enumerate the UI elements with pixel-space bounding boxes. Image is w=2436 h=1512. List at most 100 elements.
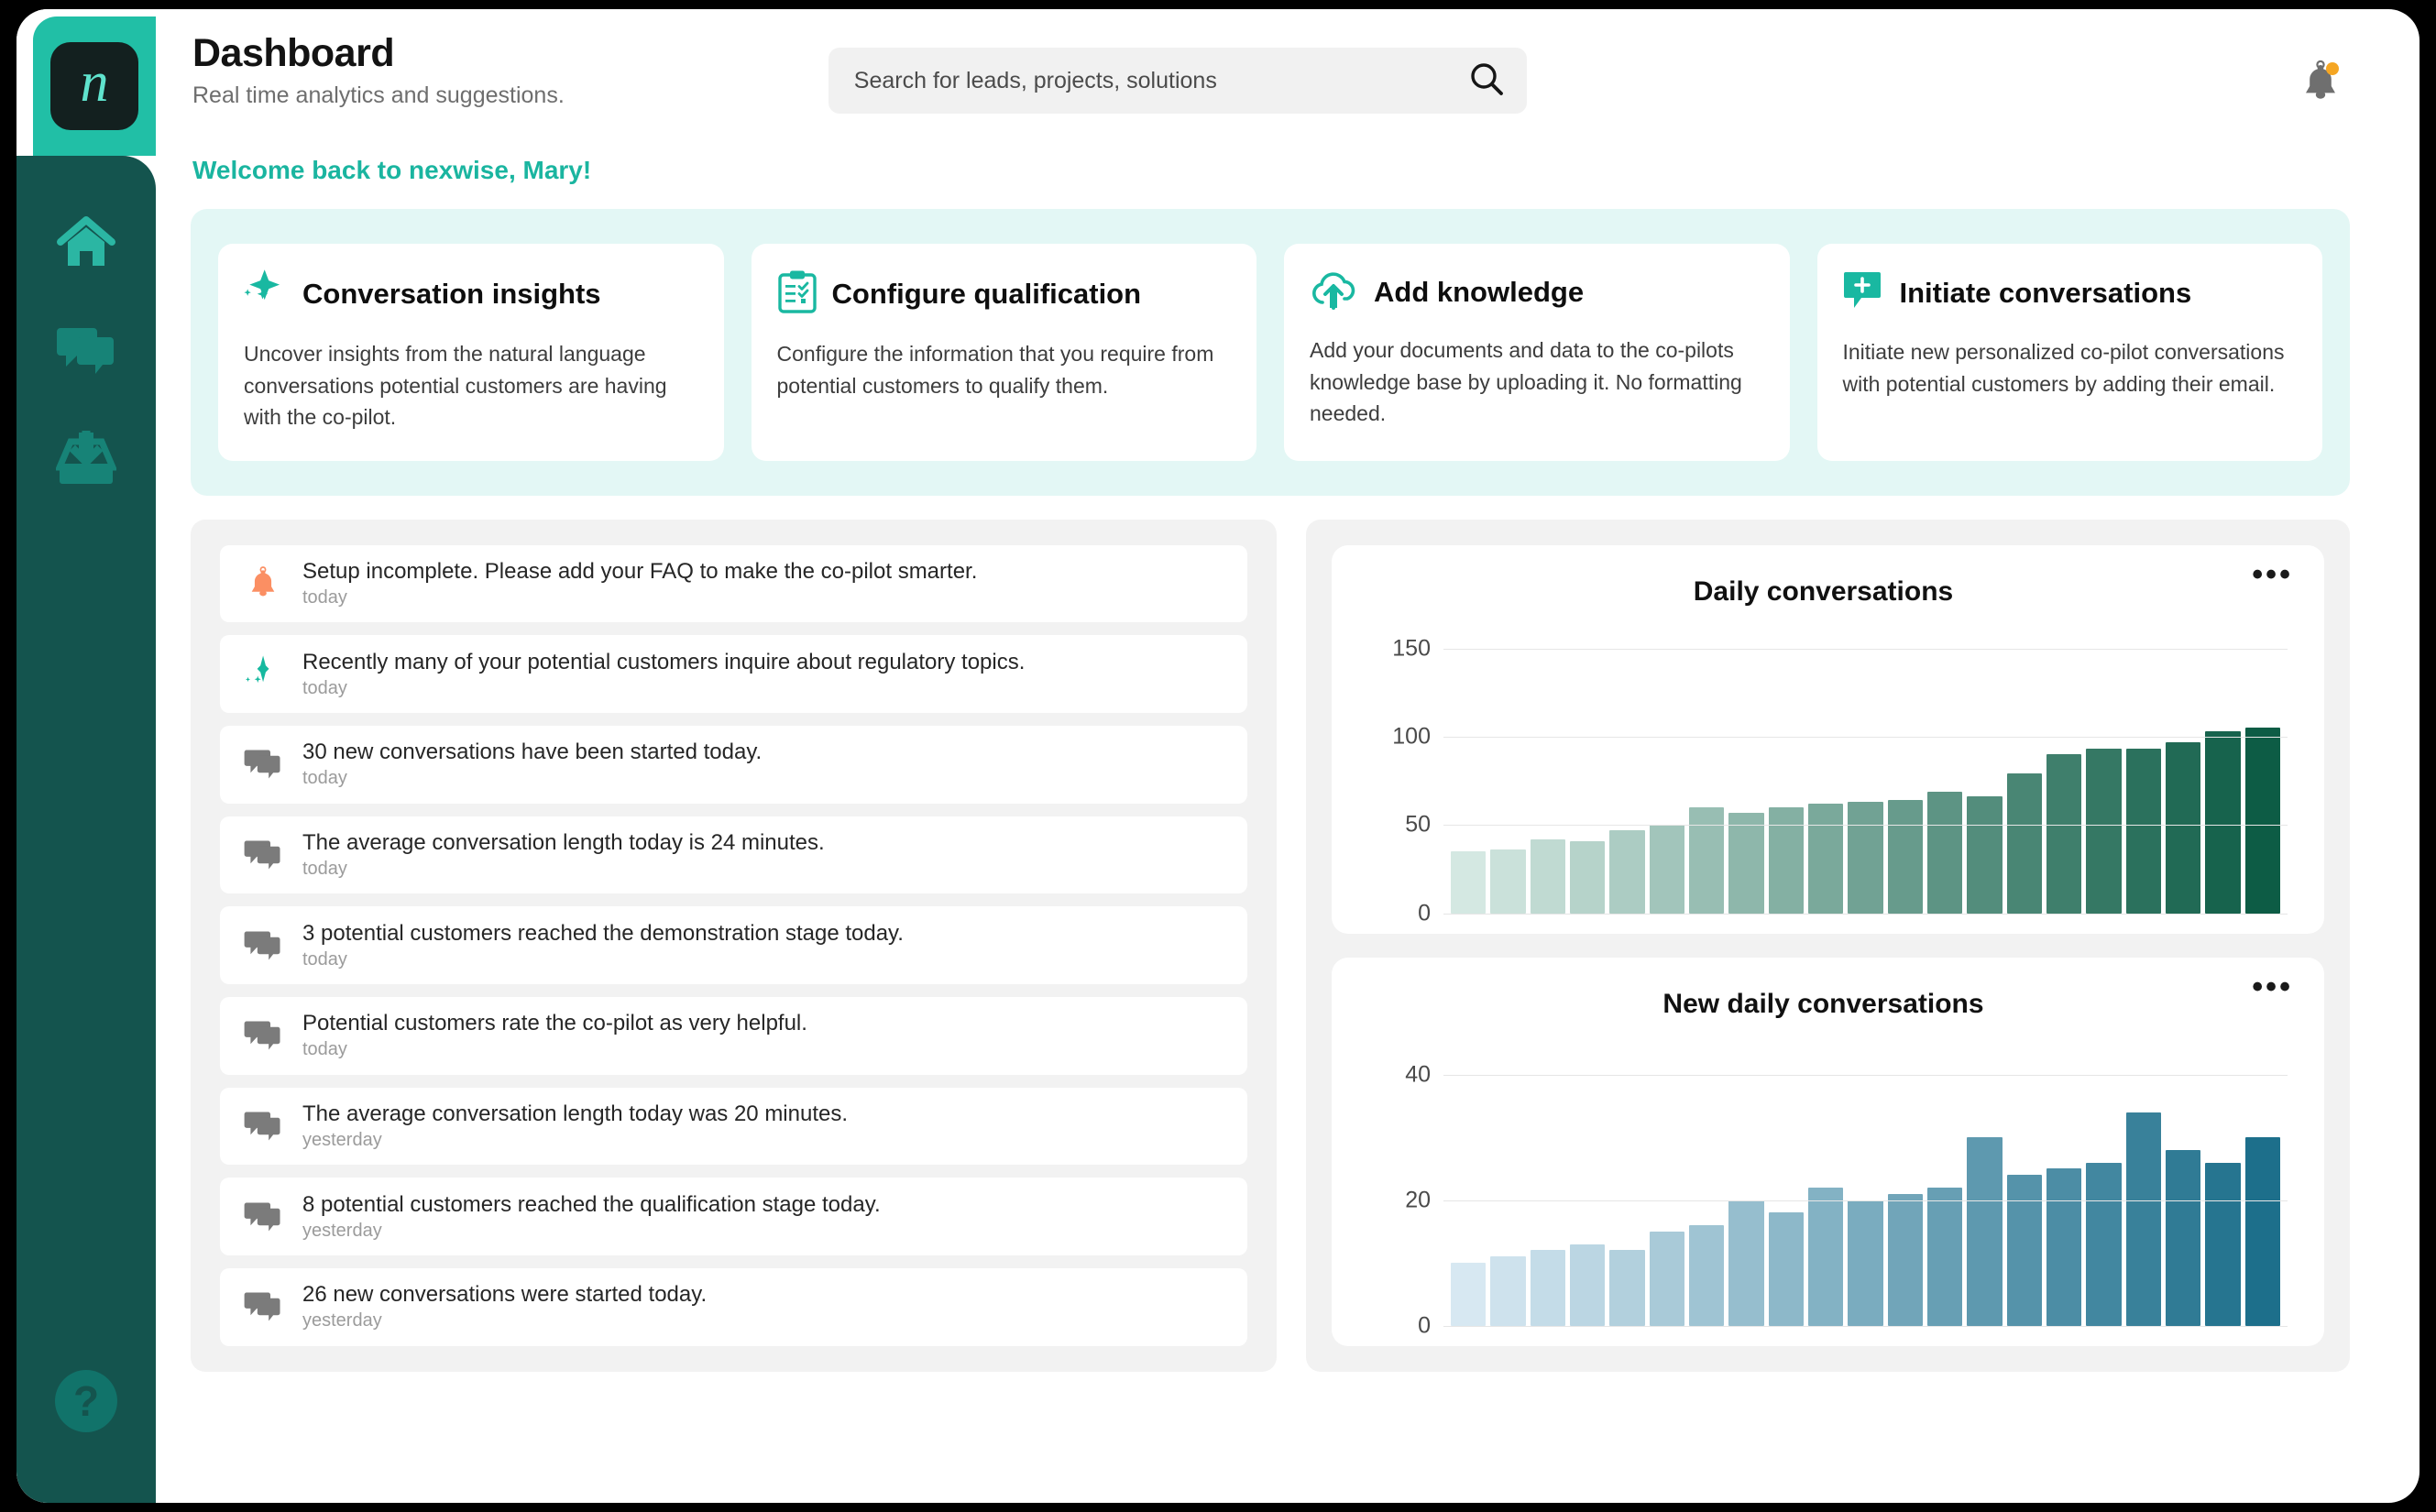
feed-item[interactable]: Recently many of your potential customer… — [220, 635, 1247, 713]
feature-card-add-knowledge[interactable]: Add knowledge Add your documents and dat… — [1284, 244, 1790, 461]
logo-mark: n — [50, 42, 138, 130]
bar — [1649, 1231, 1684, 1326]
plot-area — [1443, 1044, 2288, 1327]
gridline — [1443, 825, 2288, 827]
chart-title: New daily conversations — [1662, 988, 1984, 1019]
feed-text: The average conversation length today is… — [302, 830, 825, 880]
y-axis-tick: 50 — [1405, 811, 1431, 838]
bar-series — [1451, 631, 2280, 914]
feed-timestamp: yesterday — [302, 1220, 382, 1241]
feed-text: Setup incomplete. Please add your FAQ to… — [302, 559, 977, 608]
svg-text:?: ? — [73, 1377, 99, 1425]
gridline — [1443, 1200, 2288, 1201]
app-logo[interactable]: n — [33, 16, 156, 156]
chat-bubbles-icon — [244, 1289, 282, 1324]
inbox-download-icon — [54, 428, 118, 492]
activity-feed: Setup incomplete. Please add your FAQ to… — [191, 519, 1277, 1372]
chart-plot: 0 20 40 — [1359, 1044, 2288, 1338]
feed-item[interactable]: 30 new conversations have been started t… — [220, 725, 1247, 804]
bell-icon — [244, 565, 282, 602]
y-axis-tick: 20 — [1405, 1187, 1431, 1213]
chat-bubbles-icon — [244, 747, 282, 782]
bar — [2006, 1175, 2042, 1326]
feed-message: 3 potential customers reached the demons… — [302, 920, 904, 946]
sparkles-icon — [244, 269, 288, 318]
feed-item[interactable]: 3 potential customers reached the demons… — [220, 906, 1247, 984]
sidebar-item-conversations[interactable] — [16, 321, 156, 385]
bar — [2205, 1162, 2241, 1326]
bar — [1768, 807, 1804, 914]
feature-card-initiate-conversations[interactable]: Initiate conversations Initiate new pers… — [1816, 244, 2322, 461]
chat-plus-icon — [1843, 269, 1885, 316]
bar — [2125, 1112, 2161, 1326]
main-content: Dashboard Real time analytics and sugges… — [156, 9, 2420, 1503]
card-title: Conversation insights — [302, 277, 601, 310]
chat-bubbles-icon — [244, 838, 282, 872]
chart-menu-button[interactable]: ••• — [2252, 559, 2293, 590]
feed-timestamp: today — [302, 586, 347, 608]
bar — [1609, 830, 1645, 914]
y-axis-tick: 0 — [1418, 900, 1431, 926]
bar — [1688, 1225, 1725, 1326]
bar — [1926, 791, 1963, 914]
search-input[interactable] — [853, 67, 1468, 94]
notification-badge — [2326, 62, 2339, 75]
sidebar-item-home[interactable] — [16, 213, 156, 277]
feed-item[interactable]: 8 potential customers reached the qualif… — [220, 1178, 1247, 1255]
feed-message: 26 new conversations were started today. — [302, 1282, 708, 1308]
charts-column: ••• Daily conversations 0 50 100 150 ••• Ne… — [1306, 519, 2350, 1372]
search-icon[interactable] — [1468, 60, 1505, 102]
gridline — [1443, 648, 2288, 650]
bar — [2165, 741, 2201, 914]
bar — [1728, 812, 1764, 914]
bar — [1728, 1200, 1764, 1326]
y-axis-tick: 40 — [1405, 1061, 1431, 1088]
bar — [1967, 1137, 2003, 1326]
app-window: ? n Dashboard Real time analytics and su… — [16, 9, 2420, 1503]
bar — [1848, 1200, 1883, 1326]
sidebar-item-inbox[interactable] — [16, 428, 156, 493]
clipboard-checklist-icon — [777, 269, 817, 318]
feed-message: Potential customers rate the co-pilot as… — [302, 1011, 807, 1036]
bar — [2006, 773, 2042, 914]
chart-menu-button[interactable]: ••• — [2252, 971, 2293, 1003]
bar — [1926, 1187, 1963, 1326]
feed-item[interactable]: Potential customers rate the co-pilot as… — [220, 996, 1247, 1075]
feed-item[interactable]: The average conversation length today is… — [220, 816, 1247, 894]
feed-item[interactable]: The average conversation length today wa… — [220, 1087, 1247, 1166]
bar — [1569, 840, 1606, 914]
bar — [2046, 1168, 2082, 1326]
feed-timestamp: yesterday — [302, 1129, 382, 1150]
chart-card-daily-conversations: ••• Daily conversations 0 50 100 150 — [1332, 544, 2324, 934]
bar — [2244, 728, 2280, 914]
help-circle-icon: ? — [55, 1370, 117, 1436]
search-bar[interactable] — [828, 48, 1527, 114]
bar — [1887, 1193, 1923, 1326]
card-description: Add your documents and data to the co-pi… — [1310, 338, 1742, 425]
page-subtitle: Real time analytics and suggestions. — [192, 82, 565, 108]
feed-item[interactable]: 26 new conversations were started today.… — [220, 1267, 1247, 1346]
bar-series — [1451, 1044, 2280, 1326]
chat-bubbles-icon — [244, 1200, 282, 1234]
card-header: Configure qualification — [777, 269, 1232, 318]
welcome-message: Welcome back to nexwise, Mary! — [192, 156, 592, 184]
feed-item[interactable]: Setup incomplete. Please add your FAQ to… — [220, 544, 1247, 623]
feature-card-conversation-insights[interactable]: Conversation insights Uncover insights f… — [218, 244, 724, 461]
chat-bubbles-icon — [244, 1018, 282, 1053]
sidebar-nav: ? — [16, 156, 156, 1503]
card-description: Uncover insights from the natural langua… — [244, 342, 667, 429]
help-button[interactable]: ? — [55, 1370, 117, 1437]
card-description: Initiate new personalized co-pilot conve… — [1842, 340, 2285, 396]
feed-timestamp: today — [302, 1039, 347, 1060]
bar — [1530, 1250, 1565, 1326]
gridline — [1443, 1074, 2288, 1076]
feed-timestamp: today — [302, 948, 347, 970]
gridline — [1443, 913, 2288, 915]
notifications-button[interactable] — [2297, 59, 2344, 111]
chart-title: Daily conversations — [1693, 575, 1954, 607]
sparkles-icon — [244, 654, 282, 695]
feed-message: The average conversation length today wa… — [302, 1101, 849, 1126]
card-header: Conversation insights — [244, 269, 698, 318]
feature-card-configure-qualification[interactable]: Configure qualification Configure the in… — [751, 244, 1256, 461]
card-title: Configure qualification — [831, 277, 1142, 310]
